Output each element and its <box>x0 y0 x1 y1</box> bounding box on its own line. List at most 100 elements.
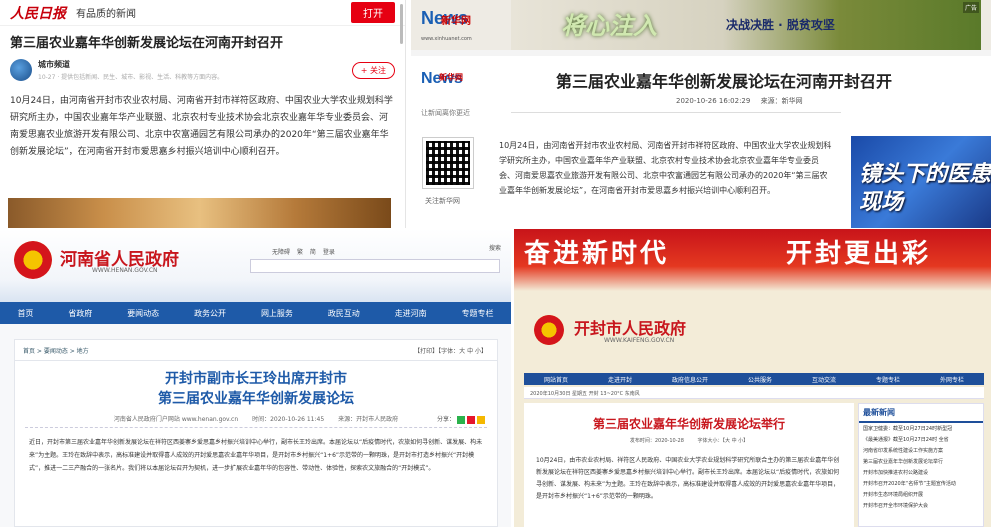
article-image <box>8 198 391 228</box>
side-promo-image[interactable]: 镜头下的医患现场 <box>851 136 991 228</box>
share-bar: 分享： <box>437 414 485 424</box>
article-meta: 2020-10-26 16:02:29 来源：新华网 <box>676 96 811 106</box>
article-title: 第三届农业嘉年华创新发展论坛在河南开封召开 <box>10 36 284 51</box>
avatar[interactable] <box>10 59 32 81</box>
ad-slogan: 决战决胜 · 脱贫攻坚 <box>726 18 835 32</box>
national-emblem-icon <box>14 241 52 279</box>
latest-news-sidebar: 最新新闻 国家卫健委：截至10月27日24时新型冠 《最美通报》截至10月27日… <box>858 403 984 527</box>
article-meta: 河南省人民政府门户网站 www.henan.gov.cn 时间：2020-10-… <box>15 414 497 423</box>
search-input[interactable] <box>250 259 500 273</box>
peoples-daily-logo: 人民日报 <box>10 5 66 22</box>
follow-button[interactable]: + 关注 <box>351 61 395 79</box>
nav-item[interactable]: 政民互动 <box>328 308 360 319</box>
nav-item[interactable]: 政府信息公开 <box>672 375 708 384</box>
sidebar-news-item[interactable]: 《最美通报》截至10月27日24时 全省 <box>859 434 983 445</box>
sidebar-title: 最新新闻 <box>859 404 983 423</box>
nav-item[interactable]: 政务公开 <box>194 308 226 319</box>
nav-item[interactable]: 走进开封 <box>608 375 632 384</box>
logo-url: www.xinhuanet.com <box>421 36 472 42</box>
app-top-bar: 人民日报 有品质的新闻 打开 <box>0 0 405 26</box>
site-title[interactable]: 开封市人民政府 <box>574 315 686 339</box>
search-button[interactable]: 搜索 <box>489 243 501 252</box>
nav-item[interactable]: 省政府 <box>68 308 92 319</box>
xinhua-logo[interactable]: News 新华网 www.xinhuanet.com <box>417 6 495 46</box>
article-body: 10月24日，由河南省开封市农业农村局、河南省开封市祥符区政府、中国农业大学农业… <box>499 141 832 195</box>
article-meta: 发布时间：2020-10-28 字体大小：【大 中 小】 <box>524 437 854 444</box>
open-app-button[interactable]: 打开 <box>351 2 395 23</box>
weibo-icon[interactable] <box>467 415 475 424</box>
app-slogan: 有品质的新闻 <box>76 9 136 20</box>
sidebar-news-item[interactable]: 开封市召开全市环境保护大会 <box>859 500 983 511</box>
meta-time: 时间：2020-10-26 11:45 <box>252 416 325 423</box>
side-promo-text: 镜头下的医患现场 <box>859 161 991 215</box>
xinhua-logo-small[interactable]: News 新华网 让新闻离你更近 <box>421 68 491 118</box>
nav-item[interactable]: 专题专栏 <box>462 308 494 319</box>
meta-site: 河南省人民政府门户网站 www.henan.gov.cn <box>113 416 239 423</box>
font-size-tools[interactable]: 字体大小：【大 中 小】 <box>697 438 748 444</box>
site-header: 河南省人民政府 WWW.HENAN.GOV.CN 无障碍 繁 简 登录 搜索 <box>0 229 511 302</box>
logo-cn: 新华网 <box>441 16 471 27</box>
article-card: 首页 > 要闻动态 > 地方 【打印】【字体：大 中 小】 开封市副市长王玲出席… <box>14 339 498 527</box>
meta-source: 来源：开封市人民政府 <box>338 416 399 423</box>
header-link[interactable]: 无障碍 <box>272 249 290 256</box>
nav-item[interactable]: 走进河南 <box>395 308 427 319</box>
article-source: 来源：新华网 <box>760 97 803 105</box>
header-links: 无障碍 繁 简 登录 <box>272 247 340 256</box>
author-meta: 10-27 · 提供包括新闻、民生、城市、影视、生活、科教等方面内容。 <box>38 74 224 81</box>
kaifeng-gov-panel: 奋进新时代 开封更出彩 开封市人民政府 WWW.KAIFENG.GOV.CN 网… <box>514 229 991 527</box>
logo-cn: 新华网 <box>439 73 463 82</box>
nav-item[interactable]: 首页 <box>17 308 33 319</box>
author-row: 城市频道 10-27 · 提供包括新闻、民生、城市、影视、生活、科教等方面内容。… <box>0 55 405 85</box>
henan-gov-panel: 河南省人民政府 WWW.HENAN.GOV.CN 无障碍 繁 简 登录 搜索 首… <box>0 229 511 527</box>
divider <box>15 360 497 361</box>
sidebar-news-item[interactable]: 河南省印发系统性建设工作实施方案 <box>859 445 983 456</box>
sidebar-news-item[interactable]: 开封市召开2020年“名师节”主题宣传活动 <box>859 478 983 489</box>
article-title-line2: 第三届农业嘉年华创新发展论坛 <box>158 391 354 407</box>
breadcrumb[interactable]: 首页 > 要闻动态 > 地方 <box>23 346 89 355</box>
ad-tag: 广告 <box>962 2 979 13</box>
header-link[interactable]: 登录 <box>323 249 335 256</box>
banner-right-text: 开封更出彩 <box>786 239 932 269</box>
divider <box>511 112 841 113</box>
qr-label: 关注新华网 <box>425 197 460 205</box>
print-font-tools[interactable]: 【打印】【字体：大 中 小】 <box>414 346 487 355</box>
site-url: WWW.KAIFENG.GOV.CN <box>604 337 675 344</box>
wechat-icon[interactable] <box>457 415 465 424</box>
article-body: 近日，开封市第三届农业嘉年华创新发展论坛在祥符区西姜寨乡爱思嘉乡村振兴培训中心举… <box>29 439 483 472</box>
header-link[interactable]: 简 <box>310 249 316 256</box>
qr-code <box>422 137 474 189</box>
xinhua-article-panel: News 新华网 www.xinhuanet.com 将心注入 决战决胜 · 脱… <box>411 0 991 228</box>
article-title: 第三届农业嘉年华创新发展论坛举行 <box>592 417 785 431</box>
top-banner: 奋进新时代 开封更出彩 <box>514 229 991 291</box>
scrollbar[interactable] <box>400 4 403 44</box>
nav-item[interactable]: 要闻动态 <box>127 308 159 319</box>
site-url: WWW.HENAN.GOV.CN <box>92 267 158 274</box>
main-nav: 首页 省政府 要闻动态 政务公开 网上服务 政民互动 走进河南 专题专栏 <box>0 302 511 324</box>
nav-item[interactable]: 互动交流 <box>812 375 836 384</box>
ad-calligraphy: 将心注入 <box>561 11 657 40</box>
nav-item[interactable]: 公共服务 <box>748 375 772 384</box>
article-title-line1: 开封市副市长王玲出席开封市 <box>165 371 347 387</box>
header-link[interactable]: 繁 <box>297 249 303 256</box>
sidebar-news-item[interactable]: 国家卫健委：截至10月27日24时新型冠 <box>859 423 983 434</box>
nav-item[interactable]: 网站首页 <box>544 375 568 384</box>
peoples-daily-article-panel: 人民日报 有品质的新闻 打开 第三届农业嘉年华创新发展论坛在河南开封召开 城市频… <box>0 0 406 228</box>
share-label: 分享： <box>436 416 455 423</box>
author-name[interactable]: 城市频道 <box>38 59 223 70</box>
article-body: 10月24日，由河南省开封市农业农村局、河南省开封市祥符区政府、中国农业大学农业… <box>10 96 393 157</box>
sidebar-news-item[interactable]: 开封市加快推进农村公路建设 <box>859 467 983 478</box>
sidebar-news-item[interactable]: 开封市生态环境局组织开展 <box>859 489 983 500</box>
nav-item[interactable]: 网上服务 <box>261 308 293 319</box>
nav-item[interactable]: 外网专栏 <box>940 375 964 384</box>
sidebar-news-item[interactable]: 第三届农业嘉年华创新发展论坛举行 <box>859 456 983 467</box>
qzone-icon[interactable] <box>477 415 485 424</box>
article-title: 第三届农业嘉年华创新发展论坛在河南开封召开 <box>556 72 893 91</box>
divider <box>25 427 487 428</box>
article-body: 10月24日，由市农业农村局、祥符区人民政府、中国农业大学农业规划科学研究所联合… <box>536 457 840 500</box>
ad-banner[interactable]: 将心注入 决战决胜 · 脱贫攻坚 广告 <box>511 0 981 50</box>
article-date: 2020-10-26 16:02:29 <box>676 97 751 105</box>
nav-item[interactable]: 专题专栏 <box>876 375 900 384</box>
article-area: News 新华网 让新闻离你更近 第三届农业嘉年华创新发展论坛在河南开封召开 2… <box>411 56 991 228</box>
main-nav: 网站首页 走进开封 政府信息公开 公共服务 互动交流 专题专栏 外网专栏 <box>524 373 984 385</box>
date-weather-bar: 2020年10月30日 星期五 开封 13~20°C 东南风 <box>524 387 984 399</box>
